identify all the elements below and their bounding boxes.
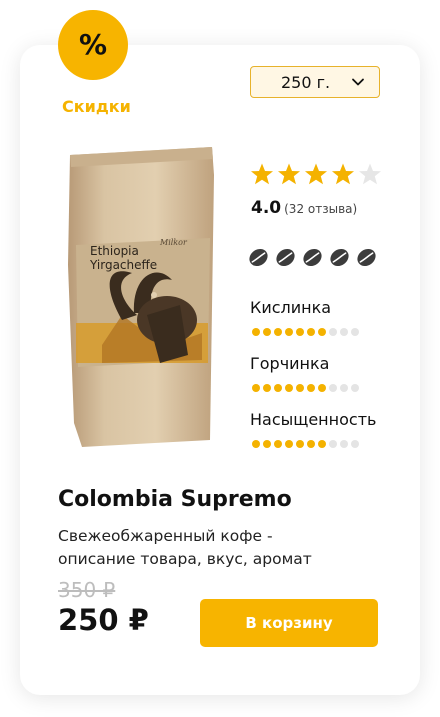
- param-label-acidity: Кислинка: [250, 298, 332, 317]
- weight-select-value: 250 г.: [281, 72, 331, 92]
- star-icon: [359, 163, 381, 185]
- percent-icon: %: [78, 28, 108, 61]
- coffee-bean-icon: [357, 249, 376, 266]
- product-image: Milkor Ethiopia Yirgacheffe: [68, 147, 214, 447]
- level-dot: [329, 440, 337, 448]
- param-dots-richness: [252, 440, 359, 448]
- level-dot: [329, 328, 337, 336]
- level-dot: [340, 328, 348, 336]
- rating: 4.0 (32 отзыва): [251, 198, 357, 218]
- reviews-count[interactable]: (32 отзыва): [284, 202, 357, 216]
- level-dot: [318, 384, 326, 392]
- level-dot: [274, 384, 282, 392]
- price: 250 ₽: [58, 603, 149, 637]
- level-dot: [340, 440, 348, 448]
- product-description: Свежеобжаренный кофе - описание товара, …: [58, 527, 312, 568]
- level-dot: [296, 328, 304, 336]
- level-dot: [307, 440, 315, 448]
- level-dot: [318, 328, 326, 336]
- level-dot: [307, 328, 315, 336]
- level-dot: [263, 328, 271, 336]
- param-label-richness: Насыщенность: [250, 410, 377, 429]
- coffee-bean-icon: [303, 249, 322, 266]
- coffee-bean-icon: [249, 249, 268, 266]
- old-price: 350 ₽: [58, 578, 116, 602]
- level-dot: [263, 440, 271, 448]
- discount-badge[interactable]: %: [58, 10, 128, 80]
- chevron-down-icon: [352, 78, 364, 86]
- rating-value: 4.0: [251, 198, 282, 218]
- roast-level: [248, 247, 377, 268]
- weight-select[interactable]: 250 г.: [250, 66, 380, 98]
- add-to-cart-button[interactable]: В корзину: [200, 599, 378, 647]
- param-dots-acidity: [252, 328, 359, 336]
- level-dot: [263, 384, 271, 392]
- level-dot: [285, 328, 293, 336]
- level-dot: [351, 384, 359, 392]
- level-dot: [285, 384, 293, 392]
- level-dot: [307, 384, 315, 392]
- level-dot: [252, 440, 260, 448]
- level-dot: [351, 440, 359, 448]
- level-dot: [318, 440, 326, 448]
- star-icon: [332, 163, 354, 185]
- level-dot: [252, 328, 260, 336]
- star-icon: [278, 163, 300, 185]
- level-dot: [296, 384, 304, 392]
- level-dot: [340, 384, 348, 392]
- product-title[interactable]: Colombia Supremo: [58, 487, 292, 512]
- param-dots-bitterness: [252, 384, 359, 392]
- level-dot: [329, 384, 337, 392]
- param-label-bitterness: Горчинка: [250, 354, 330, 373]
- level-dot: [351, 328, 359, 336]
- star-icon: [305, 163, 327, 185]
- coffee-bean-icon: [330, 249, 349, 266]
- product-image-line2: Yirgacheffe: [89, 258, 157, 272]
- level-dot: [285, 440, 293, 448]
- level-dot: [274, 328, 282, 336]
- product-image-brand: Milkor: [159, 238, 188, 247]
- product-image-line1: Ethiopia: [90, 244, 139, 258]
- coffee-bean-icon: [276, 249, 295, 266]
- star-icon: [251, 163, 273, 185]
- rating-stars: [250, 162, 382, 186]
- discount-label: Скидки: [62, 97, 131, 116]
- level-dot: [252, 384, 260, 392]
- level-dot: [296, 440, 304, 448]
- level-dot: [274, 440, 282, 448]
